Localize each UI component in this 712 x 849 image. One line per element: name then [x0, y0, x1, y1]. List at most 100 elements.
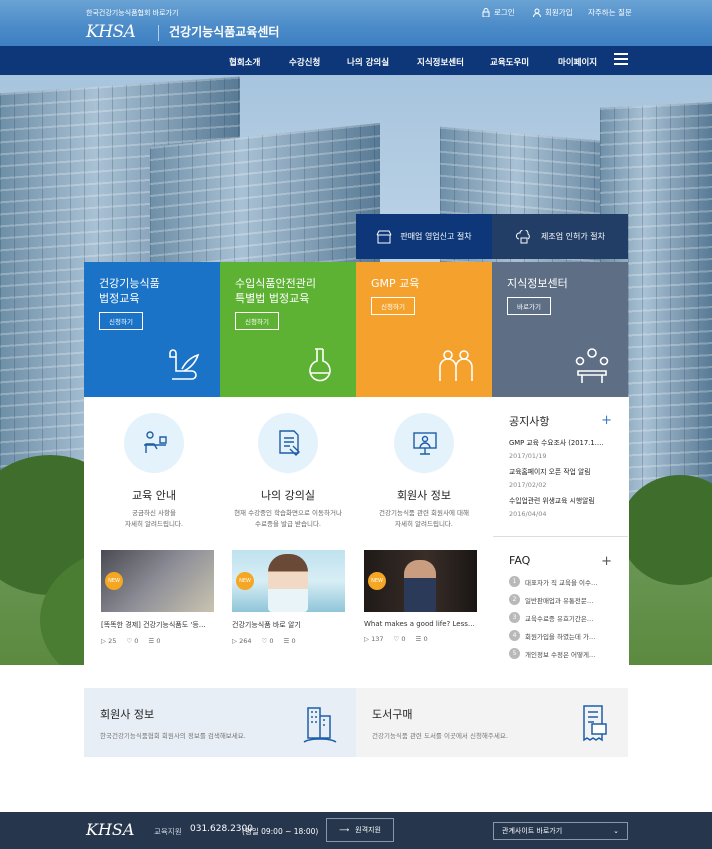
nav-my-classroom[interactable]: 나의 강의실 — [347, 56, 389, 68]
arrow-right-icon: ⟶ — [339, 826, 350, 834]
ksha-site-link[interactable]: 한국건강기능식품협회 바로가기 — [86, 8, 178, 18]
cloud-building-icon — [515, 229, 530, 243]
service-edu-guide[interactable]: 교육 안내 궁금하신 사항을 자세히 알려드립니다. — [89, 413, 219, 530]
meeting-icon — [575, 348, 609, 383]
notice-box: 공지사항 + GMP 교육 수요조사 (2017.1.… 2017/01/19 교육… — [493, 397, 628, 537]
logo[interactable]: KHSA — [86, 22, 136, 42]
faq-title: FAQ — [509, 554, 531, 567]
faq-number: 3 — [509, 612, 520, 623]
monitor-person-icon — [394, 413, 454, 473]
notice-item[interactable]: 교육홈페이지 오픈 작업 알림 2017/02/02 — [509, 466, 612, 489]
tile-title: 수입식품안전관리 특별법 법정교육 — [235, 277, 316, 305]
notice-item-date: 2017/02/02 — [509, 481, 547, 489]
footer-logo: KHSA — [86, 820, 135, 839]
notice-item-date: 2017/01/19 — [509, 452, 547, 460]
footer-branch: 교육지원 — [154, 827, 182, 836]
notice-item-date: 2016/04/04 — [509, 510, 547, 518]
faq-box: FAQ + 1 대표자가 직 교육을 이수… 2 일반판매업과 유통전문… 3 교육수료… — [493, 538, 628, 687]
faq-number: 4 — [509, 630, 520, 641]
play-count: ▷ 264 — [232, 637, 252, 645]
video-stats: ▷ 264 ♡ 0 ☰ 0 — [232, 637, 345, 645]
nav-about[interactable]: 협회소개 — [229, 56, 260, 68]
service-desc: 현재 수강중인 학습화면으로 이동하거나 수료증을 발급 받습니다. — [234, 509, 342, 528]
notice-item[interactable]: GMP 교육 수요조사 (2017.1.… 2017/01/19 — [509, 437, 612, 460]
play-count: ▷ 25 — [101, 637, 117, 645]
faq-link[interactable]: 자주하는 질문 — [588, 7, 632, 18]
notice-item-title[interactable]: 교육홈페이지 오픈 작업 알림 — [509, 466, 612, 476]
video-stats: ▷ 25 ♡ 0 ☰ 0 — [101, 637, 214, 645]
new-badge: NEW — [105, 572, 123, 590]
new-badge: NEW — [368, 572, 386, 590]
service-title: 나의 강의실 — [260, 489, 316, 502]
certificate-icon — [258, 413, 318, 473]
faq-item[interactable]: 4 회원가입을 하였는데 가… — [509, 630, 612, 641]
service-title: 교육 안내 — [132, 489, 176, 502]
member-info-banner[interactable]: 회원사 정보 한국건강기능식품협회 회원사의 정보를 검색해보세요. — [84, 688, 356, 757]
faq-number: 5 — [509, 648, 520, 659]
tile-gmp-edu[interactable]: GMP 교육 신청하기 — [356, 262, 492, 397]
quick-sales-report-label: 판매업 영업신고 절차 — [400, 232, 472, 241]
video-card[interactable]: NEW What makes a good life? Less… ▷ 137 … — [364, 550, 477, 643]
tile-apply-button[interactable]: 신청하기 — [99, 312, 143, 330]
service-member-info[interactable]: 회원사 정보 건강기능식품 관련 회원사에 대해 자세히 알려드립니다. — [359, 413, 489, 530]
menu-icon[interactable] — [614, 53, 628, 65]
nav-knowledge-center[interactable]: 지식정보센터 — [417, 56, 464, 68]
comment-count: ☰ 0 — [415, 635, 428, 643]
video-thumbnail[interactable]: NEW — [101, 550, 214, 612]
tile-title: GMP 교육 — [371, 277, 420, 290]
video-thumbnail[interactable]: NEW — [232, 550, 345, 612]
faq-number: 2 — [509, 594, 520, 605]
notice-item-title[interactable]: GMP 교육 수요조사 (2017.1.… — [509, 437, 612, 447]
tile-health-food-edu[interactable]: 건강기능식품 법정교육 신청하기 — [84, 262, 220, 397]
tile-knowledge-center[interactable]: 지식정보센터 바로가기 — [492, 262, 628, 397]
lock-icon — [482, 8, 490, 17]
people-icon — [439, 350, 473, 381]
service-title: 회원사 정보 — [396, 489, 452, 502]
video-card[interactable]: NEW [똑똑한 경제] 건강기능식품도 '등… ▷ 25 ♡ 0 ☰ 0 — [101, 550, 214, 645]
video-card[interactable]: NEW 건강기능식품 바로 알기 ▷ 264 ♡ 0 ☰ 0 — [232, 550, 345, 645]
like-count: ♡ 0 — [393, 635, 406, 643]
book-purchase-banner[interactable]: 도서구매 건강기능식품 관련 도서를 이곳에서 신청해주세요. — [356, 688, 628, 757]
like-count: ♡ 0 — [261, 637, 274, 645]
video-thumbnail[interactable]: NEW — [364, 550, 477, 612]
card-receipt-icon — [583, 705, 607, 742]
tile-import-food-edu[interactable]: 수입식품안전관리 특별법 법정교육 신청하기 — [220, 262, 356, 397]
nav-mypage[interactable]: 마이페이지 — [558, 56, 597, 68]
nav-education-helper[interactable]: 교육도우미 — [490, 56, 529, 68]
video-title[interactable]: 건강기능식품 바로 알기 — [232, 620, 345, 630]
flask-icon — [309, 348, 331, 382]
login-link[interactable]: 로그인 — [482, 7, 515, 18]
faq-more-icon[interactable]: + — [601, 554, 612, 569]
related-sites-select[interactable]: 관계사이트 바로가기 ⌄ — [493, 822, 628, 840]
notice-item-title[interactable]: 수입업관련 위생교육 시행알림 — [509, 495, 612, 505]
like-count: ♡ 0 — [126, 637, 139, 645]
store-icon — [376, 230, 392, 243]
tile-apply-button[interactable]: 신청하기 — [235, 312, 279, 330]
tile-title: 지식정보센터 — [507, 277, 568, 290]
tile-go-button[interactable]: 바로가기 — [507, 297, 551, 315]
faq-item[interactable]: 1 대표자가 직 교육을 이수… — [509, 576, 612, 587]
notice-item[interactable]: 수입업관련 위생교육 시행알림 2016/04/04 — [509, 495, 612, 518]
center-name[interactable]: 건강기능식품교육센터 — [158, 25, 279, 41]
remote-support-button[interactable]: ⟶ 원격지원 — [326, 818, 394, 842]
notice-more-icon[interactable]: + — [601, 413, 612, 429]
video-title[interactable]: What makes a good life? Less… — [364, 620, 477, 628]
signup-label: 회원가입 — [545, 8, 573, 17]
play-count: ▷ 137 — [364, 635, 384, 643]
book-purchase-desc: 건강기능식품 관련 도서를 이곳에서 신청해주세요. — [372, 732, 508, 740]
video-title[interactable]: [똑똑한 경제] 건강기능식품도 '등… — [101, 620, 214, 630]
quick-manufacture-permit[interactable]: 제조업 인허가 절차 — [492, 214, 628, 259]
nav-enroll[interactable]: 수강신청 — [289, 56, 320, 68]
service-my-classroom[interactable]: 나의 강의실 현재 수강중인 학습화면으로 이동하거나 수료증을 발급 받습니다… — [223, 413, 353, 530]
faq-item[interactable]: 3 교육수료증 유효기간은… — [509, 612, 612, 623]
tile-apply-button[interactable]: 신청하기 — [371, 297, 415, 315]
quick-sales-report[interactable]: 판매업 영업신고 절차 — [356, 214, 492, 259]
user-icon — [533, 8, 541, 17]
comment-count: ☰ 0 — [283, 637, 296, 645]
signup-link[interactable]: 회원가입 — [533, 7, 573, 18]
login-label: 로그인 — [494, 8, 515, 17]
faq-item[interactable]: 2 일반판매업과 유통전문… — [509, 594, 612, 605]
chevron-down-icon: ⌄ — [613, 827, 619, 835]
faq-item[interactable]: 5 개인정보 수정은 어떻게… — [509, 648, 612, 659]
city-building-icon — [303, 707, 337, 743]
